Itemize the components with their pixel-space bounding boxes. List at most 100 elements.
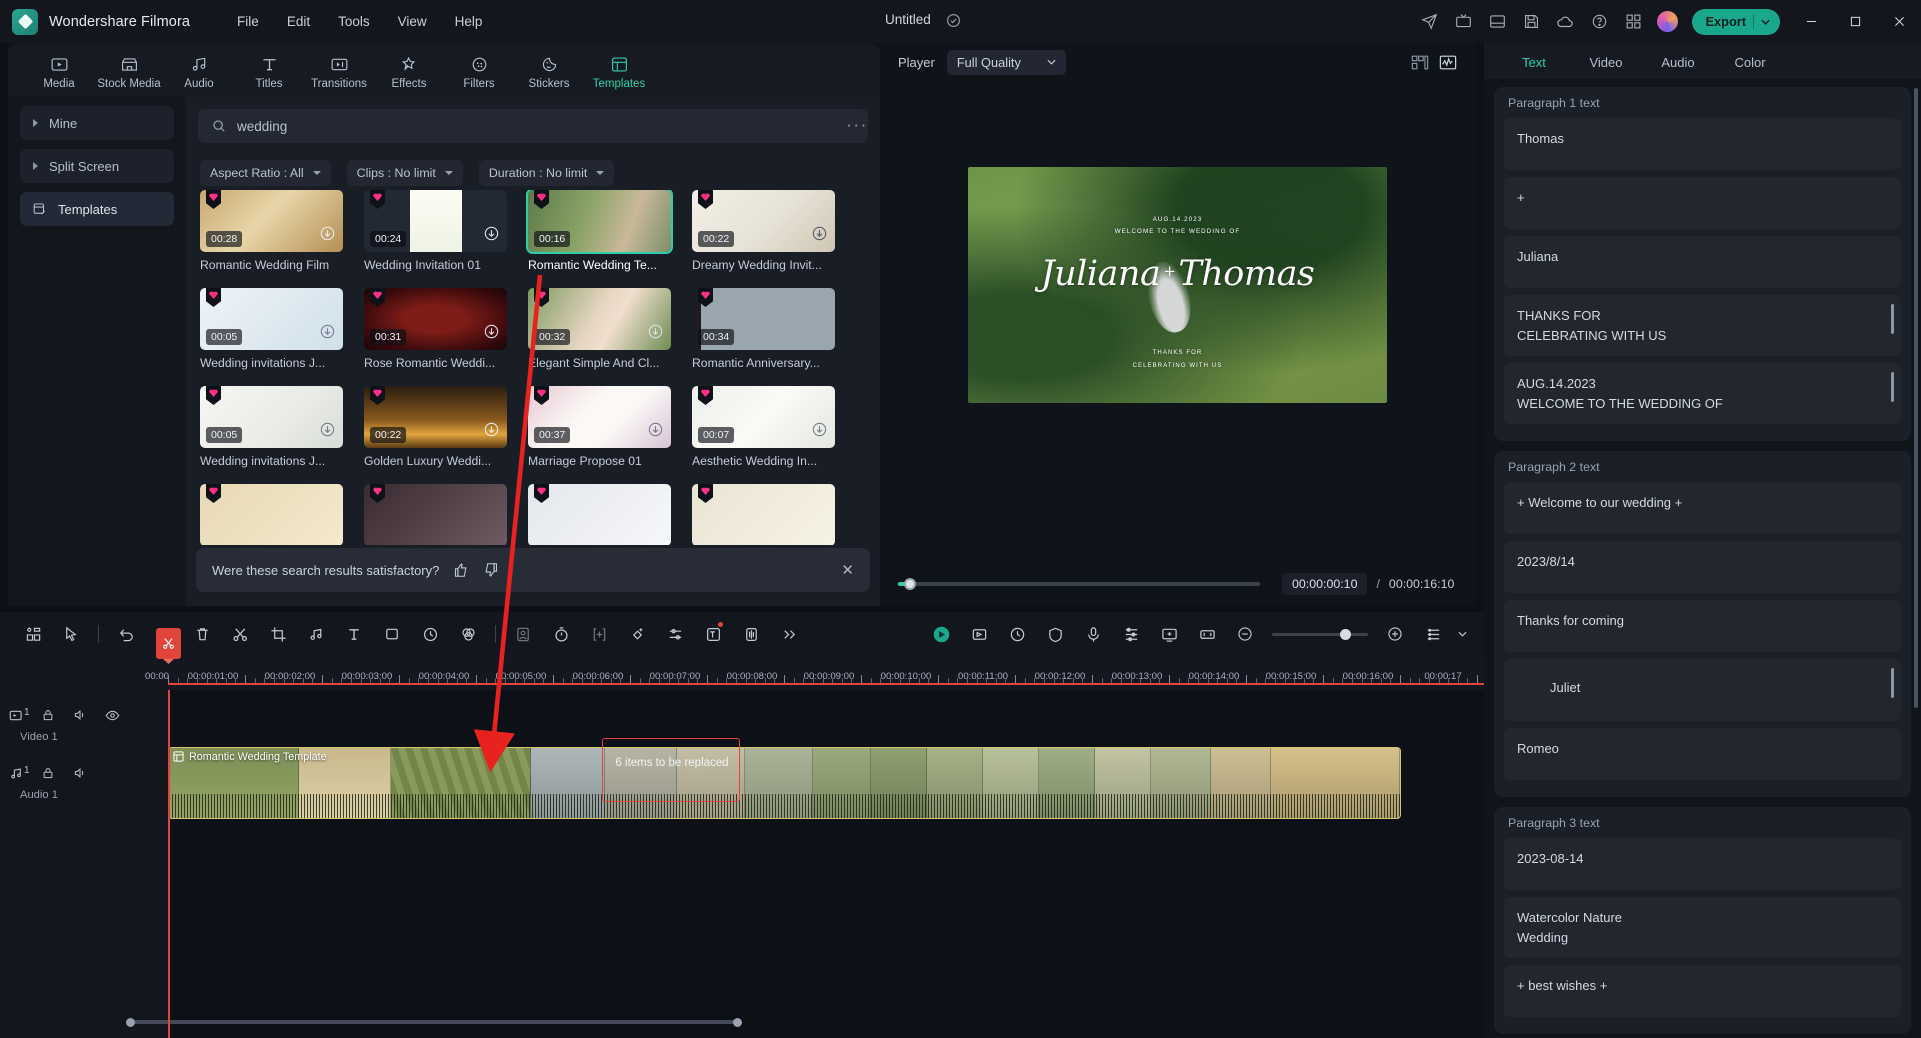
template-card-selected[interactable]: 00:16 Romantic Wedding Te...: [528, 190, 671, 272]
download-icon[interactable]: [812, 226, 827, 246]
template-card[interactable]: 00:05 Wedding invitations J...: [200, 386, 343, 468]
seek-slider[interactable]: [898, 582, 1260, 586]
adjust-icon[interactable]: [656, 612, 694, 656]
module-stock-media[interactable]: Stock Media: [96, 50, 162, 90]
download-icon[interactable]: [812, 422, 827, 442]
detach-audio-icon[interactable]: [297, 612, 335, 656]
template-card[interactable]: 00:31 Rose Romantic Weddi...: [364, 288, 507, 370]
close-button[interactable]: [1877, 0, 1921, 43]
field-scrollbar[interactable]: [1891, 304, 1894, 334]
menu-edit[interactable]: Edit: [276, 9, 321, 34]
auto-caption-icon[interactable]: [694, 612, 732, 656]
text-field[interactable]: Thomas: [1504, 118, 1901, 170]
template-card[interactable]: [528, 484, 671, 545]
template-card[interactable]: 00:28 Romantic Wedding Film: [200, 190, 343, 272]
scroll-handle-left[interactable]: [126, 1018, 135, 1027]
playhead[interactable]: [168, 690, 170, 1038]
eye-icon[interactable]: [96, 702, 128, 728]
export-button[interactable]: Export: [1692, 9, 1780, 35]
tab-text[interactable]: Text: [1498, 55, 1570, 79]
thumbs-down-icon[interactable]: [483, 562, 499, 578]
minimize-button[interactable]: [1789, 0, 1833, 43]
scroll-handle-right[interactable]: [733, 1018, 742, 1027]
module-transitions[interactable]: Transitions: [306, 50, 372, 90]
sidebar-item-mine[interactable]: Mine: [20, 106, 174, 140]
template-card[interactable]: [692, 484, 835, 545]
seek-handle[interactable]: [904, 578, 916, 590]
text-field[interactable]: Thanks for coming: [1504, 600, 1901, 652]
thumbs-up-icon[interactable]: [453, 562, 469, 578]
render-preview-icon[interactable]: [922, 612, 960, 656]
download-icon[interactable]: [648, 324, 663, 344]
video-preview[interactable]: AUG.14.2023 WELCOME TO THE WEDDING OF Ju…: [968, 167, 1387, 403]
add-marker-icon[interactable]: [580, 612, 618, 656]
field-scrollbar[interactable]: [1891, 668, 1894, 698]
field-scrollbar[interactable]: [1891, 372, 1894, 402]
zoom-in-icon[interactable]: [1376, 612, 1414, 656]
grid-view-icon[interactable]: [14, 612, 52, 656]
tab-color[interactable]: Color: [1714, 55, 1786, 79]
more-options-icon[interactable]: ···: [842, 110, 872, 140]
text-field[interactable]: 2023-08-14: [1504, 838, 1901, 890]
cloud-icon[interactable]: [1548, 0, 1582, 43]
mixer-icon[interactable]: [1112, 612, 1150, 656]
track-header-video[interactable]: 1: [0, 702, 168, 728]
delete-icon[interactable]: [183, 612, 221, 656]
crop-icon[interactable]: [259, 612, 297, 656]
filter-aspect-ratio[interactable]: Aspect Ratio : All: [200, 160, 331, 186]
track-header-audio[interactable]: 1: [0, 760, 168, 786]
grid-apps-icon[interactable]: [1616, 0, 1650, 43]
marker-icon[interactable]: [998, 612, 1036, 656]
zoom-slider[interactable]: [1272, 633, 1368, 636]
timeline-horizontal-scrollbar[interactable]: [130, 1018, 1380, 1026]
keyframe-icon[interactable]: [618, 612, 656, 656]
timeline-tracks-area[interactable]: Romantic Wedding Template 6 items to be …: [168, 690, 1484, 1038]
tab-audio[interactable]: Audio: [1642, 55, 1714, 79]
download-icon[interactable]: [648, 422, 663, 442]
download-icon[interactable]: [484, 324, 499, 344]
text-field[interactable]: +: [1504, 177, 1901, 229]
mute-icon[interactable]: [64, 702, 96, 728]
maximize-button[interactable]: [1833, 0, 1877, 43]
download-icon[interactable]: [484, 226, 499, 246]
zoom-slider-handle[interactable]: [1340, 629, 1351, 640]
download-icon[interactable]: [320, 226, 335, 246]
module-effects[interactable]: Effects: [376, 50, 442, 90]
module-filters[interactable]: Filters: [446, 50, 512, 90]
search-input[interactable]: wedding: [198, 109, 868, 143]
menu-tools[interactable]: Tools: [327, 9, 381, 34]
sidebar-item-templates[interactable]: Templates: [20, 192, 174, 226]
close-icon[interactable]: ✕: [841, 561, 854, 579]
sidebar-item-split-screen[interactable]: Split Screen: [20, 149, 174, 183]
avatar[interactable]: [1650, 0, 1684, 43]
split-view-icon[interactable]: [1411, 54, 1429, 71]
color-match-icon[interactable]: [449, 612, 487, 656]
text-field[interactable]: THANKS FOR CELEBRATING WITH US: [1504, 295, 1901, 356]
audio-track-icon[interactable]: 1: [0, 760, 32, 786]
menu-help[interactable]: Help: [444, 9, 494, 34]
template-card[interactable]: 00:32 Elegant Simple And Cl...: [528, 288, 671, 370]
menu-view[interactable]: View: [387, 9, 438, 34]
tab-video[interactable]: Video: [1570, 55, 1642, 79]
lock-icon[interactable]: [32, 702, 64, 728]
select-tool-icon[interactable]: [52, 612, 90, 656]
template-card[interactable]: [200, 484, 343, 545]
video-track-icon[interactable]: 1: [0, 702, 32, 728]
properties-scrollbar[interactable]: [1914, 88, 1918, 708]
speed-icon[interactable]: [411, 612, 449, 656]
split-marker-icon[interactable]: [156, 628, 181, 659]
overlay-icon[interactable]: [373, 612, 411, 656]
menu-file[interactable]: File: [226, 9, 270, 34]
quality-dropdown[interactable]: Full Quality: [947, 50, 1066, 75]
text-field[interactable]: Romeo: [1504, 728, 1901, 780]
download-icon[interactable]: [484, 422, 499, 442]
chevron-down-icon[interactable]: [1452, 612, 1472, 656]
filter-clips[interactable]: Clips : No limit: [347, 160, 463, 186]
template-card[interactable]: [364, 484, 507, 545]
download-icon[interactable]: [320, 422, 335, 442]
filter-duration[interactable]: Duration : No limit: [479, 160, 614, 186]
tv-icon[interactable]: [1446, 0, 1480, 43]
mic-icon[interactable]: [1074, 612, 1112, 656]
template-card[interactable]: 00:05 Wedding invitations J...: [200, 288, 343, 370]
text-field[interactable]: + Welcome to our wedding +: [1504, 482, 1901, 534]
